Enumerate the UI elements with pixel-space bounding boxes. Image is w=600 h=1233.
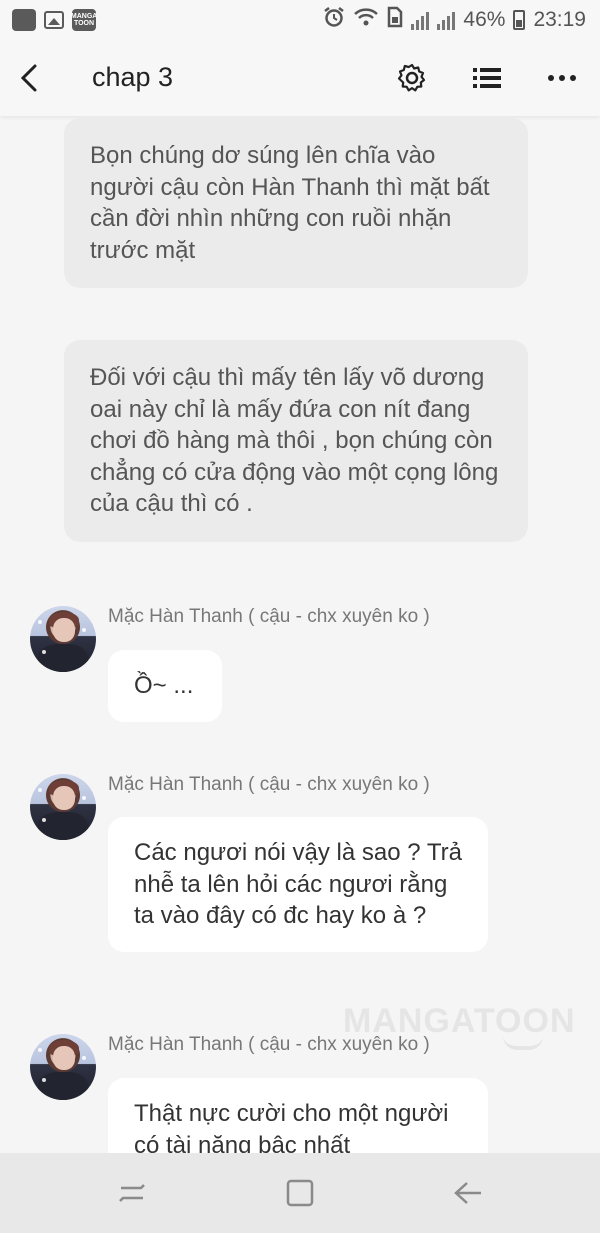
settings-icon[interactable] [394,60,430,96]
signal-2-icon [437,10,456,30]
message-bubble: Thật nực cười cho một người có tài năng … [108,1078,488,1153]
narration-bubble: Bọn chúng dơ súng lên chĩa vào người cậu… [64,118,528,288]
signal-1-icon [411,10,430,30]
alarm-icon [323,6,345,34]
mangatoon-icon-label: MANGA TOON [70,13,98,27]
status-right: 46% 23:19 [323,6,586,34]
battery-icon [513,10,526,30]
narration-text: Bọn chúng dơ súng lên chĩa vào người cậu… [90,142,490,264]
app-header: chap 3 [0,40,600,116]
recent-apps-icon[interactable] [112,1175,152,1211]
status-left: MANGA TOON [12,9,98,31]
sim-icon [387,6,403,34]
mangatoon-watermark: MANGATOON [343,1002,576,1050]
nav-back-icon[interactable] [448,1175,488,1211]
wifi-icon [353,6,379,34]
message-text: Ồ~ ... [134,672,194,699]
system-nav-bar [0,1153,600,1233]
avatar[interactable] [30,774,96,840]
narration-bubble: Đối với cậu thì mấy tên lấy võ dương oai… [64,340,528,542]
status-bar: MANGA TOON 46% 23:19 [0,0,600,40]
home-icon[interactable] [280,1175,320,1211]
battery-percent: 46% [463,8,506,31]
chat-area[interactable]: Bọn chúng dơ súng lên chĩa vào người cậu… [0,116,600,1153]
narration-text: Đối với cậu thì mấy tên lấy võ dương oai… [90,364,499,517]
mangatoon-app-icon: MANGA TOON [70,9,98,31]
message-bubble: Các ngươi nói vậy là sao ? Trả nhễ ta lê… [108,817,488,952]
back-icon[interactable] [14,60,44,96]
more-icon[interactable] [544,60,580,96]
watermark-text: MANGATOON [343,1002,576,1040]
page-title: chap 3 [92,62,174,92]
gallery-icon [44,11,64,29]
message-text: Thật nực cười cho một người có tài năng … [134,1100,449,1153]
notification-app-icon [12,9,36,31]
avatar[interactable] [30,1034,96,1100]
speaker-name: Mặc Hàn Thanh ( cậu - chx xuyên ko ) [108,606,430,627]
message-text: Các ngươi nói vậy là sao ? Trả nhễ ta lê… [134,839,462,929]
avatar[interactable] [30,606,96,672]
speaker-name: Mặc Hàn Thanh ( cậu - chx xuyên ko ) [108,774,430,795]
list-icon[interactable] [469,60,505,96]
clock: 23:19 [533,8,586,31]
message-bubble: Ồ~ ... [108,650,222,722]
